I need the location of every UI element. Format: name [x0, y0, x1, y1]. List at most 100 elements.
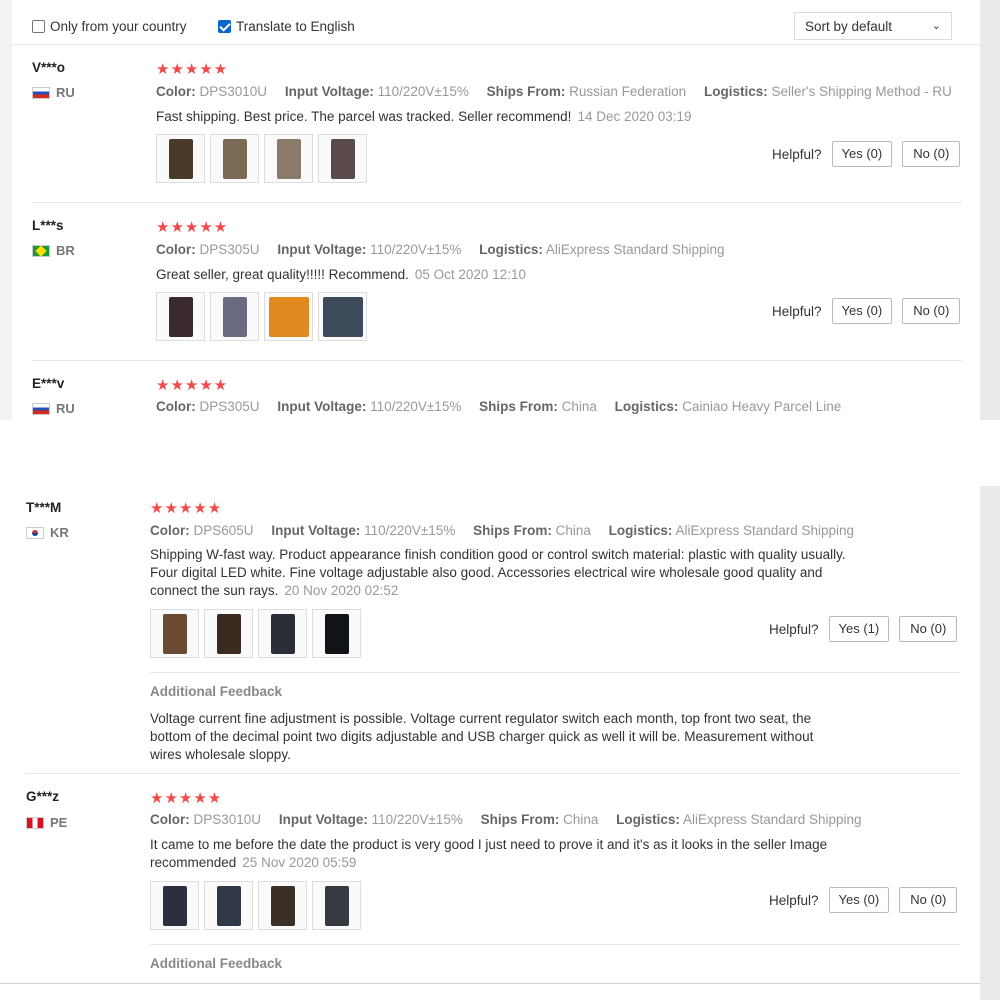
review-photos: [156, 292, 367, 341]
additional-feedback-line: wires wholesale sloppy.: [150, 747, 291, 762]
review-photos: [156, 134, 367, 183]
review-date: 25 Nov 2020 05:59: [242, 855, 357, 870]
helpful-controls: Helpful? Yes (1) No (0): [769, 616, 958, 642]
review-photo[interactable]: [156, 134, 205, 183]
helpful-no-button[interactable]: No (0): [899, 616, 958, 642]
only-country-label: Only from your country: [50, 19, 187, 34]
sort-dropdown[interactable]: Sort by default ⌄: [794, 12, 952, 40]
review-divider: [32, 202, 962, 203]
product-attributes: Color: DPS3010U Input Voltage: 110/220V±…: [150, 812, 876, 827]
review-photo[interactable]: [204, 609, 253, 658]
product-attributes: Color: DPS305U Input Voltage: 110/220V±1…: [156, 242, 738, 257]
review-photo[interactable]: [264, 134, 313, 183]
attr-logistics-value: AliExpress Standard Shipping: [675, 523, 855, 538]
attr-ships-key: Ships From:: [486, 84, 566, 99]
review-photo[interactable]: [210, 292, 259, 341]
review-body-line: Four digital LED white. Fine voltage adj…: [150, 565, 823, 580]
helpful-label: Helpful?: [772, 146, 822, 162]
review-photo[interactable]: [264, 292, 313, 341]
review-photo[interactable]: [150, 881, 199, 930]
reviewer-name: L***s: [32, 218, 64, 233]
attr-logistics-key: Logistics:: [614, 399, 679, 414]
translate-checkbox[interactable]: [218, 20, 231, 33]
attr-voltage-value: 110/220V±15%: [377, 84, 469, 99]
review-date: 05 Oct 2020 12:10: [414, 267, 526, 282]
review-photo[interactable]: [150, 609, 199, 658]
attr-voltage-value: 110/220V±15%: [364, 523, 456, 538]
helpful-no-button[interactable]: No (0): [902, 298, 961, 324]
country-code: BR: [56, 243, 75, 258]
attr-color-value: DPS3010U: [199, 84, 268, 99]
review-photo[interactable]: [204, 881, 253, 930]
translate-filter[interactable]: Translate to English: [218, 19, 355, 34]
review-photo[interactable]: [258, 609, 307, 658]
peru-flag-icon: [26, 816, 44, 829]
review-photo[interactable]: [312, 881, 361, 930]
reviewer-country: BR: [32, 243, 75, 258]
helpful-label: Helpful?: [769, 892, 819, 908]
attr-color-value: DPS605U: [193, 523, 254, 538]
review-body-line: Shipping W-fast way. Product appearance …: [150, 547, 846, 562]
helpful-yes-button[interactable]: Yes (0): [831, 298, 893, 324]
attr-logistics-value: AliExpress Standard Shipping: [545, 242, 725, 257]
helpful-yes-button[interactable]: Yes (0): [831, 141, 893, 167]
review-body: Fast shipping. Best price. The parcel wa…: [156, 109, 572, 124]
attr-color-key: Color:: [156, 84, 196, 99]
reviewer-name: V***o: [32, 60, 66, 75]
reviewer-name: E***v: [32, 376, 65, 391]
attr-voltage-key: Input Voltage:: [271, 523, 361, 538]
review-photo[interactable]: [156, 292, 205, 341]
translate-label: Translate to English: [236, 19, 355, 34]
review-text: Fast shipping. Best price. The parcel wa…: [156, 108, 692, 126]
only-country-checkbox[interactable]: [32, 20, 45, 33]
additional-feedback-title: Additional Feedback: [150, 684, 283, 699]
review-photo[interactable]: [312, 609, 361, 658]
korea-flag-icon: [26, 526, 44, 539]
review-photo[interactable]: [210, 134, 259, 183]
panel-bottom-border: [0, 983, 980, 984]
review-photo[interactable]: [318, 292, 367, 341]
review-photos: [150, 881, 361, 930]
russia-flag-icon: [32, 86, 50, 99]
attr-color-value: DPS3010U: [193, 812, 262, 827]
helpful-yes-button[interactable]: Yes (1): [828, 616, 890, 642]
country-code: PE: [50, 815, 68, 830]
review-photo[interactable]: [258, 881, 307, 930]
attr-ships-value: Russian Federation: [569, 84, 687, 99]
country-code: RU: [56, 401, 75, 416]
only-country-filter[interactable]: Only from your country: [32, 19, 187, 34]
attr-color-key: Color:: [150, 812, 190, 827]
attr-color-value: DPS305U: [199, 399, 260, 414]
review-photo[interactable]: [318, 134, 367, 183]
review-text: Shipping W-fast way. Product appearance …: [150, 546, 870, 600]
attr-color-key: Color:: [156, 399, 196, 414]
star-rating: ★★★★★: [156, 219, 229, 236]
additional-feedback-text: Voltage current fine adjustment is possi…: [150, 710, 870, 764]
attr-color-value: DPS305U: [199, 242, 260, 257]
helpful-yes-button[interactable]: Yes (0): [828, 887, 890, 913]
helpful-no-button[interactable]: No (0): [899, 887, 958, 913]
attr-voltage-key: Input Voltage:: [278, 812, 368, 827]
reviewer-name: G***z: [26, 789, 60, 804]
review-date: 14 Dec 2020 03:19: [577, 109, 692, 124]
attr-ships-value: China: [555, 523, 591, 538]
sort-value: Sort by default: [805, 19, 893, 34]
reviewer-country: RU: [32, 85, 75, 100]
attr-logistics-key: Logistics:: [479, 242, 543, 257]
review-date: 20 Nov 2020 02:52: [284, 583, 399, 598]
attr-voltage-value: 110/220V±15%: [370, 399, 462, 414]
brazil-flag-icon: [32, 244, 50, 257]
review-body-line: recommended: [150, 855, 237, 870]
attr-ships-value: China: [563, 812, 599, 827]
review-filter-bar: Only from your country Translate to Engl…: [12, 12, 980, 45]
helpful-no-button[interactable]: No (0): [902, 141, 961, 167]
reviewer-country: KR: [26, 525, 69, 540]
country-code: RU: [56, 85, 75, 100]
attr-logistics-key: Logistics:: [616, 812, 680, 827]
attr-color-key: Color:: [156, 242, 196, 257]
review-divider: [32, 360, 962, 361]
attr-color-key: Color:: [150, 523, 190, 538]
attr-voltage-key: Input Voltage:: [277, 399, 367, 414]
attr-voltage-key: Input Voltage:: [277, 242, 367, 257]
attr-voltage-key: Input Voltage:: [284, 84, 374, 99]
